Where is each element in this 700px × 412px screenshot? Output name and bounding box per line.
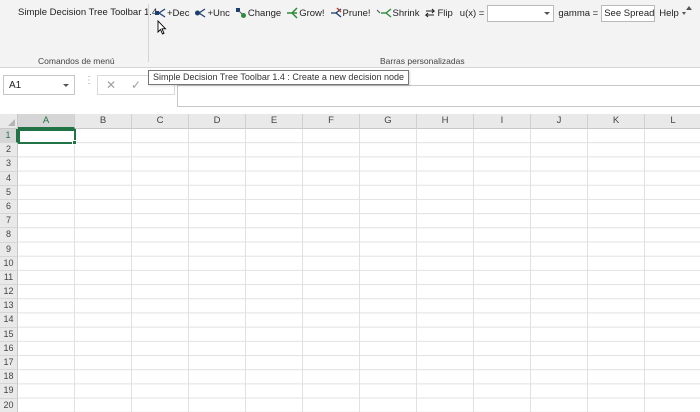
row-header[interactable]: 7 [0,214,18,229]
uncertainty-node-icon [195,8,206,18]
prune-tree-label: Prune! [342,7,371,19]
column-header[interactable]: C [132,114,189,129]
chevron-down-icon [681,11,686,15]
selected-cell-a1[interactable] [18,129,76,144]
column-header[interactable]: E [246,114,303,129]
column-header[interactable]: I [474,114,531,129]
fill-handle[interactable] [72,140,77,145]
row-headers: 1 2 3 4 5 6 7 8 9 10 11 12 13 14 15 16 17 18 19 20 [0,129,18,412]
prune-tree-icon [330,7,341,18]
menu-commands-group: Simple Decision Tree Toolbar 1.4 Comando… [0,0,157,68]
utility-function-label: u(x) = [459,7,485,19]
grow-tree-icon [287,7,298,19]
check-icon[interactable]: ✓ [131,78,141,92]
row-header[interactable]: 8 [0,228,18,243]
row-header[interactable]: 2 [0,143,18,158]
row-header[interactable]: 1 [0,129,18,144]
row-header[interactable]: 13 [0,299,18,314]
grow-tree-label: Grow! [299,7,325,19]
cancel-icon[interactable]: ✕ [106,78,116,92]
chevron-down-icon[interactable] [544,11,551,15]
custom-toolbar: +Dec +Unc Change Grow! Prune! Shrink Fli… [152,4,686,22]
column-header[interactable]: J [531,114,588,129]
column-header[interactable]: D [189,114,246,129]
row-header[interactable]: 18 [0,370,18,385]
formula-input[interactable] [177,85,700,107]
row-header[interactable]: 14 [0,313,18,328]
help-label: Help [659,7,679,19]
shrink-tree-icon [376,8,391,18]
menu-commands-group-label: Comandos de menú [38,56,115,66]
flip-arrows-icon [425,8,436,18]
column-header[interactable]: L [645,114,700,129]
select-all-button[interactable] [0,114,18,129]
prune-tree-button[interactable]: Prune! [328,4,374,22]
column-header[interactable]: B [75,114,132,129]
help-menu[interactable]: Help [655,8,686,19]
add-decision-node-label: +Dec [167,7,190,19]
row-header[interactable]: 16 [0,341,18,356]
collapse-ribbon-icon[interactable] [686,6,692,10]
custom-bars-group-label: Barras personalizadas [380,56,465,66]
add-uncertainty-node-label: +Unc [207,7,230,19]
formula-bar-resize-handle[interactable]: ⋮ [84,76,94,86]
shrink-tree-label: Shrink [392,7,420,19]
row-header[interactable]: 6 [0,199,18,215]
spreadsheet-grid: ABCDEFGHIJKL 1 2 3 4 5 6 7 8 9 10 11 12 13 14 15 16 17 18… [0,114,700,412]
change-node-button[interactable]: Change [233,4,284,22]
add-uncertainty-node-button[interactable]: +Unc [192,4,232,22]
row-header[interactable]: 17 [0,356,18,371]
name-box-value: A1 [9,80,22,91]
gamma-label: gamma = [558,7,599,19]
row-header[interactable]: 10 [0,256,18,271]
column-header[interactable]: H [417,114,474,129]
flip-tree-label: Flip [437,7,453,19]
shrink-tree-button[interactable]: Shrink [374,4,423,22]
select-all-icon [8,119,15,126]
column-headers: ABCDEFGHIJKL [18,114,700,129]
row-header[interactable]: 20 [0,398,18,412]
mouse-cursor-icon [157,20,167,35]
row-header[interactable]: 5 [0,185,18,200]
row-header[interactable]: 12 [0,285,18,300]
group-separator [148,4,149,62]
row-header[interactable]: 19 [0,384,18,399]
column-header[interactable]: K [588,114,645,129]
gamma-field[interactable]: See Spreadshe [601,4,656,22]
column-header[interactable]: F [303,114,360,129]
grow-tree-button[interactable]: Grow! [284,4,327,22]
ribbon: Simple Decision Tree Toolbar 1.4 Comando… [0,0,700,68]
change-node-label: Change [247,7,282,19]
column-header[interactable]: A [18,114,75,129]
name-box[interactable]: A1 [3,75,75,95]
row-header[interactable]: 15 [0,327,18,342]
chevron-down-icon[interactable] [63,84,69,87]
cell-area[interactable] [18,129,700,412]
row-header[interactable]: 3 [0,157,18,172]
row-header[interactable]: 11 [0,270,18,286]
toolbar-menu-title[interactable]: Simple Decision Tree Toolbar 1.4 [18,7,157,18]
change-node-icon [235,8,246,18]
column-header[interactable]: G [360,114,417,129]
utility-function-combobox[interactable] [487,4,555,22]
row-header[interactable]: 9 [0,242,18,257]
flip-tree-button[interactable]: Flip [422,4,455,22]
row-header[interactable]: 4 [0,171,18,186]
decision-node-icon [155,8,166,18]
tooltip: Simple Decision Tree Toolbar 1.4 : Creat… [148,70,409,85]
